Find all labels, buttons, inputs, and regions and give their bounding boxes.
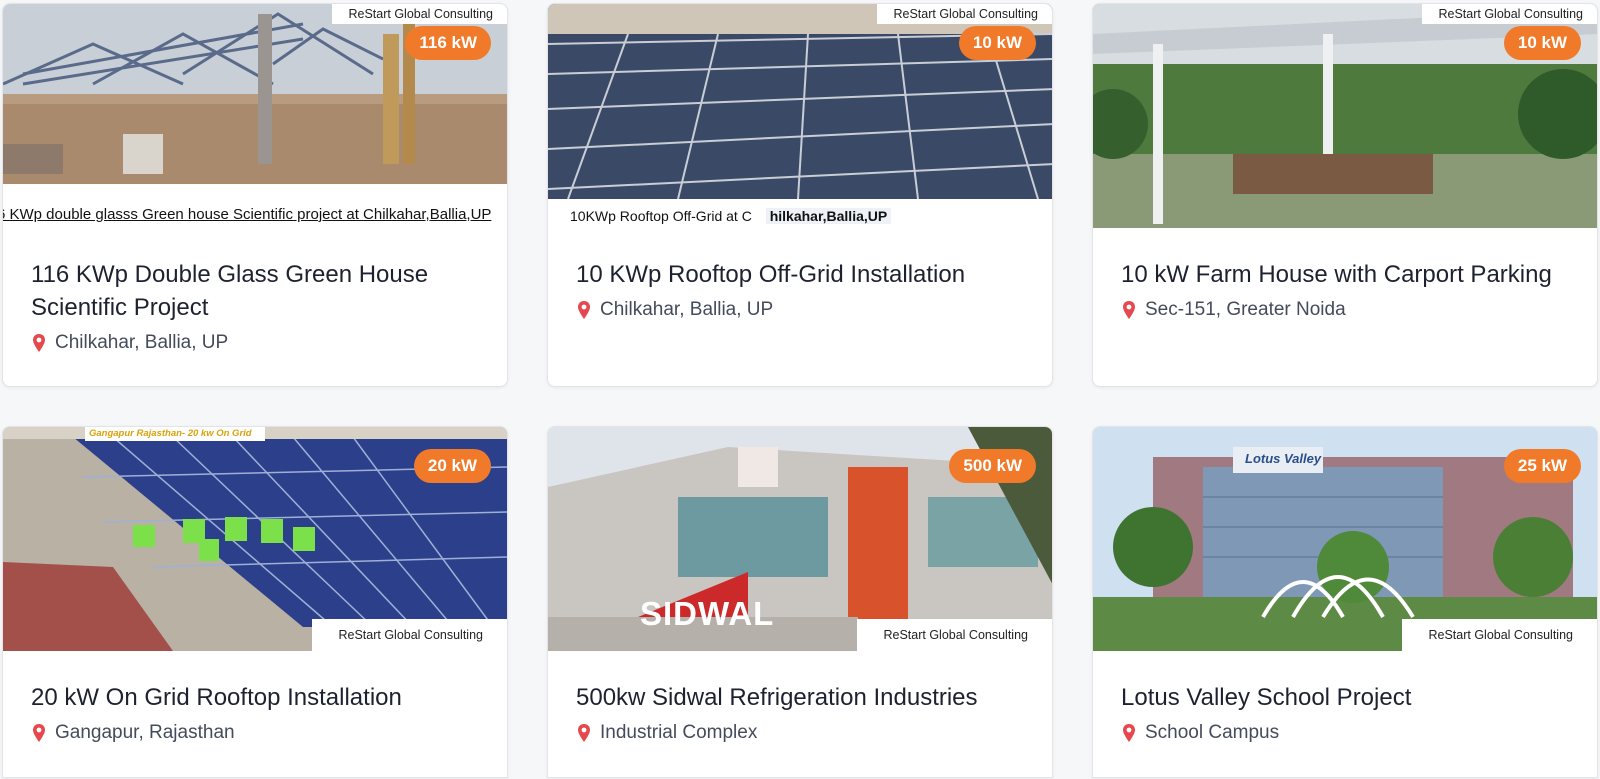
capacity-badge: 10 kW <box>1503 26 1581 60</box>
project-image: Lotus Valley ReStart Global Consulting 2… <box>1093 427 1597 651</box>
watermark: ReStart Global Consulting <box>1422 4 1597 24</box>
project-title: 116 KWp Double Glass Green House Scienti… <box>31 261 429 321</box>
project-title: Lotus Valley School Project <box>1121 684 1412 711</box>
image-caption: 6 KWp double glasss Green house Scientif… <box>3 204 503 226</box>
map-pin-icon <box>31 333 47 353</box>
project-location: Industrial Complex <box>576 722 1032 744</box>
project-location: Chilkahar, Ballia, UP <box>576 299 1032 321</box>
project-image: SIDWAL ReStart Global Consulting 500 kW <box>548 427 1052 651</box>
project-image: ReStart Global Consulting 10 kW <box>1093 4 1597 228</box>
capacity-badge: 10 kW <box>958 26 1036 60</box>
project-location: Sec-151, Greater Noida <box>1121 299 1577 321</box>
project-card-gangapur[interactable]: Gangapur Rajasthan- 20 kw On Grid ReStar… <box>2 426 508 778</box>
capacity-badge: 20 kW <box>413 449 491 483</box>
location-text: Industrial Complex <box>600 722 758 743</box>
project-card-greenhouse[interactable]: 6 KWp double glasss Green house Scientif… <box>2 3 508 387</box>
location-text: Chilkahar, Ballia, UP <box>600 299 774 320</box>
image-caption-b: hilkahar,Ballia,UP <box>765 208 892 224</box>
project-card-lotus-valley[interactable]: Lotus Valley ReStart Global Consulting 2… <box>1092 426 1598 778</box>
project-image: 10KWp Rooftop Off-Grid at C hilkahar,Bal… <box>548 4 1052 228</box>
project-title: 10 KWp Rooftop Off-Grid Installation <box>576 261 966 288</box>
project-image: 6 KWp double glasss Green house Scientif… <box>3 4 507 228</box>
project-location: School Campus <box>1121 722 1577 744</box>
project-image: Gangapur Rajasthan- 20 kw On Grid ReStar… <box>3 427 507 651</box>
image-caption: Gangapur Rajasthan- 20 kw On Grid <box>85 427 265 441</box>
map-pin-icon <box>31 723 47 743</box>
project-title: 20 kW On Grid Rooftop Installation <box>31 684 402 711</box>
project-location: Gangapur, Rajasthan <box>31 722 487 744</box>
location-text: Chilkahar, Ballia, UP <box>55 332 229 353</box>
location-text: Sec-151, Greater Noida <box>1145 299 1346 320</box>
project-location: Chilkahar, Ballia, UP <box>31 332 487 354</box>
map-pin-icon <box>576 300 592 320</box>
map-pin-icon <box>1121 723 1137 743</box>
project-card-farmhouse[interactable]: ReStart Global Consulting 10 kW 10 kW Fa… <box>1092 3 1598 387</box>
watermark: ReStart Global Consulting <box>857 619 1052 651</box>
image-caption-a: 10KWp Rooftop Off-Grid at C <box>570 208 752 224</box>
location-text: School Campus <box>1145 722 1280 743</box>
capacity-badge: 500 kW <box>949 449 1036 483</box>
project-card-offgrid[interactable]: 10KWp Rooftop Off-Grid at C hilkahar,Bal… <box>547 3 1053 387</box>
watermark: ReStart Global Consulting <box>312 619 507 651</box>
location-text: Gangapur, Rajasthan <box>55 722 235 743</box>
watermark: ReStart Global Consulting <box>1402 619 1597 651</box>
watermark: ReStart Global Consulting <box>332 4 507 24</box>
project-title: 500kw Sidwal Refrigeration Industries <box>576 684 978 711</box>
map-pin-icon <box>576 723 592 743</box>
map-pin-icon <box>1121 300 1137 320</box>
watermark: ReStart Global Consulting <box>877 4 1052 24</box>
company-sign: SIDWAL <box>640 595 775 632</box>
project-title: 10 kW Farm House with Carport Parking <box>1121 261 1552 288</box>
capacity-badge: 25 kW <box>1503 449 1581 483</box>
project-card-sidwal[interactable]: SIDWAL ReStart Global Consulting 500 kW … <box>547 426 1053 778</box>
image-caption: 10KWp Rooftop Off-Grid at C hilkahar,Bal… <box>548 204 1052 228</box>
capacity-badge: 116 kW <box>405 26 491 60</box>
school-sign: Lotus Valley <box>1245 451 1322 466</box>
